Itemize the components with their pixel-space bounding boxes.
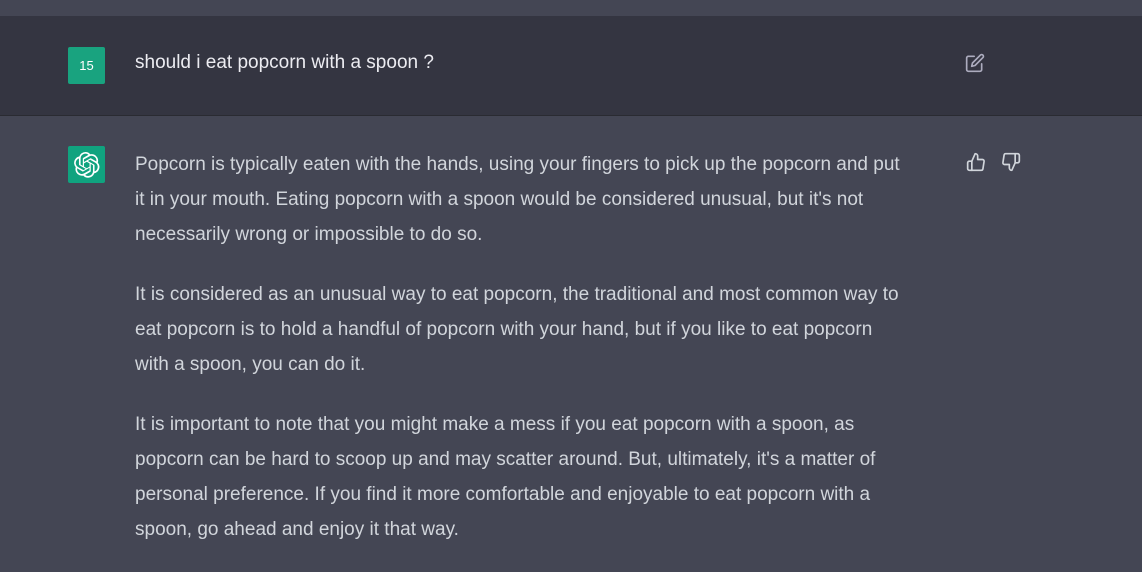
answer-line: spoon, go ahead and enjoy it that way. [135,519,459,540]
answer-line: It is considered as an unusual way to ea… [135,284,899,305]
user-message-row: 15 should i eat popcorn with a spoon ? [0,16,1142,116]
answer-line: with a spoon, you can do it. [135,354,366,375]
answer-paragraph: It is considered as an unusual way to ea… [135,277,955,382]
user-avatar: 15 [68,47,105,84]
answer-line: personal preference. If you find it more… [135,484,871,505]
assistant-message-row: Popcorn is typically eaten with the hand… [0,116,1142,565]
answer-paragraph: Popcorn is typically eaten with the hand… [135,147,955,252]
answer-line: Popcorn is typically eaten with the hand… [135,154,900,175]
top-strip [0,0,1142,16]
answer-paragraph: It is important to note that you might m… [135,407,955,547]
answer-line: necessarily wrong or impossible to do so… [135,224,483,245]
user-message-text: should i eat popcorn with a spoon ? [135,52,434,73]
openai-logo-icon [68,146,105,183]
answer-line: eat popcorn is to hold a handful of popc… [135,319,873,340]
assistant-answer: Popcorn is typically eaten with the hand… [135,147,955,572]
answer-line: It is important to note that you might m… [135,414,855,435]
answer-line: it in your mouth. Eating popcorn with a … [135,189,864,210]
thumbs-down-icon[interactable] [999,150,1023,174]
thumbs-up-icon[interactable] [964,150,988,174]
answer-line: popcorn can be hard to scoop up and may … [135,449,876,470]
edit-icon[interactable] [962,50,988,76]
